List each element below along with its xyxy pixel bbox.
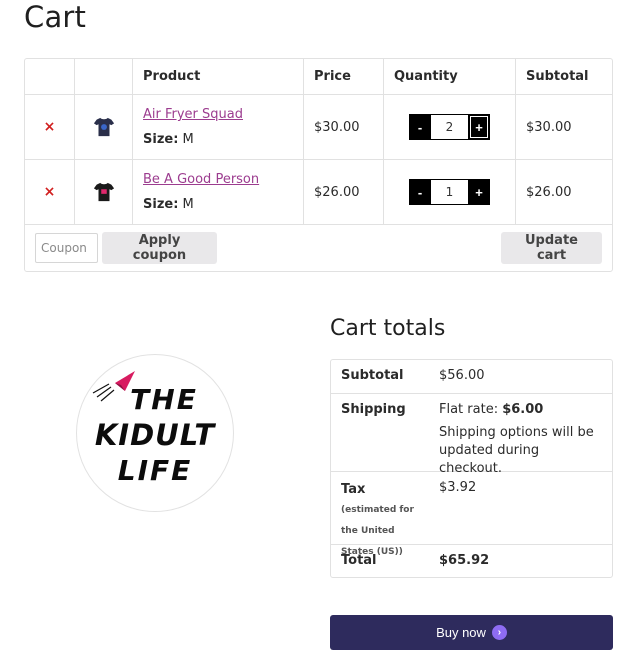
quantity-stepper: - +: [409, 114, 490, 140]
store-logo: THE KIDULT LIFE: [76, 354, 234, 512]
header-subtotal: Subtotal: [526, 69, 589, 84]
quantity-input[interactable]: [431, 114, 468, 140]
totals-total-row: Total $65.92: [341, 553, 490, 568]
shipping-note: Shipping options will be updated during …: [439, 425, 594, 476]
buy-now-label: Buy now: [436, 625, 486, 640]
product-thumbnail[interactable]: [93, 181, 115, 203]
shipping-rate: Flat rate: $6.00: [439, 402, 544, 417]
totals-shipping-row: Shipping Flat rate: $6.00 Shipping optio…: [331, 394, 612, 476]
table-row: × Be A Good Person Size: M $26.00 - + $2…: [25, 160, 612, 225]
product-link[interactable]: Air Fryer Squad: [143, 107, 243, 122]
apply-coupon-button[interactable]: Apply coupon: [102, 232, 217, 264]
totals-subtotal-row: Subtotal $56.00: [331, 360, 612, 394]
header-product: Product: [133, 59, 304, 94]
header-price: Price: [304, 59, 384, 94]
tax-label: Tax: [341, 482, 366, 497]
product-size: Size: M: [143, 132, 194, 147]
decrease-quantity-button[interactable]: -: [409, 179, 431, 205]
table-row: × Air Fryer Squad Size: M $30.00 - + $30…: [25, 95, 612, 160]
product-link[interactable]: Be A Good Person: [143, 172, 259, 187]
product-size: Size: M: [143, 197, 194, 212]
product-price: $30.00: [304, 95, 384, 159]
header-quantity: Quantity: [384, 59, 516, 94]
product-subtotal: $26.00: [526, 184, 572, 200]
page-title: Cart: [24, 0, 87, 34]
table-header-row: Product Price Quantity Subtotal: [25, 59, 612, 95]
buy-now-button[interactable]: Buy now ›: [330, 615, 613, 650]
increase-quantity-button[interactable]: +: [468, 179, 490, 205]
logo-text-line: LIFE: [117, 454, 193, 487]
decrease-quantity-button[interactable]: -: [409, 114, 431, 140]
quantity-stepper: - +: [409, 179, 490, 205]
header-remove-col: [25, 59, 75, 94]
header-thumbnail-col: [75, 59, 133, 94]
product-thumbnail[interactable]: [93, 116, 115, 138]
chevron-right-icon: ›: [491, 625, 507, 640]
product-subtotal: $30.00: [526, 119, 572, 135]
cart-actions-row: Apply coupon Update cart: [25, 225, 612, 271]
product-price: $26.00: [304, 160, 384, 224]
increase-quantity-button[interactable]: +: [468, 114, 490, 140]
cart-table: Product Price Quantity Subtotal × Air Fr…: [24, 58, 613, 272]
update-cart-button[interactable]: Update cart: [501, 232, 602, 264]
coupon-input[interactable]: [35, 233, 98, 263]
cart-totals-title: Cart totals: [330, 316, 446, 341]
logo-text-line: THE: [130, 383, 198, 416]
tax-value: $3.92: [439, 480, 477, 495]
logo-text-line: KIDULT: [94, 418, 216, 452]
totals-tax-row: Tax (estimated for the United States (US…: [331, 472, 612, 557]
remove-item-button[interactable]: ×: [44, 184, 56, 200]
remove-item-button[interactable]: ×: [44, 119, 56, 135]
cart-totals-table: Subtotal $56.00 Shipping Flat rate: $6.0…: [330, 359, 613, 578]
quantity-input[interactable]: [431, 179, 468, 205]
